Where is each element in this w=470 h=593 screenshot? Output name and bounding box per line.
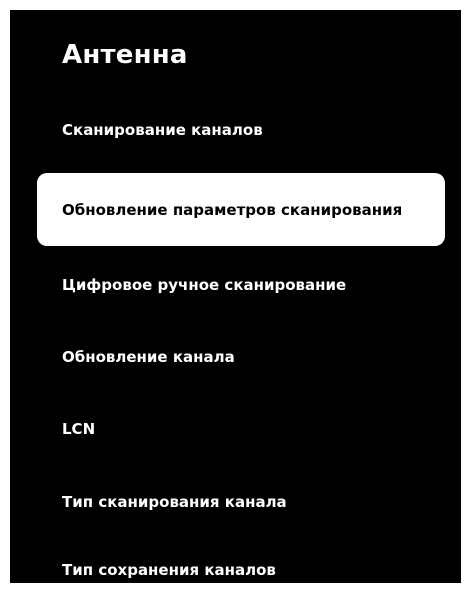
menu-item-update-scan-parameters[interactable]: Обновление параметров сканирования	[37, 173, 445, 246]
settings-panel: Антенна Сканирование каналов Обновление …	[10, 10, 461, 583]
menu-item-channel-scan[interactable]: Сканирование каналов	[62, 121, 263, 139]
menu-list: Сканирование каналов Обновление параметр…	[10, 10, 461, 583]
menu-item-lcn[interactable]: LCN	[62, 420, 95, 438]
menu-item-digital-manual-scan[interactable]: Цифровое ручное сканирование	[62, 276, 346, 294]
menu-item-channel-scan-type[interactable]: Тип сканирования канала	[62, 493, 287, 511]
menu-item-channel-store-type[interactable]: Тип сохранения каналов	[62, 561, 276, 579]
menu-item-channel-update[interactable]: Обновление канала	[62, 348, 235, 366]
